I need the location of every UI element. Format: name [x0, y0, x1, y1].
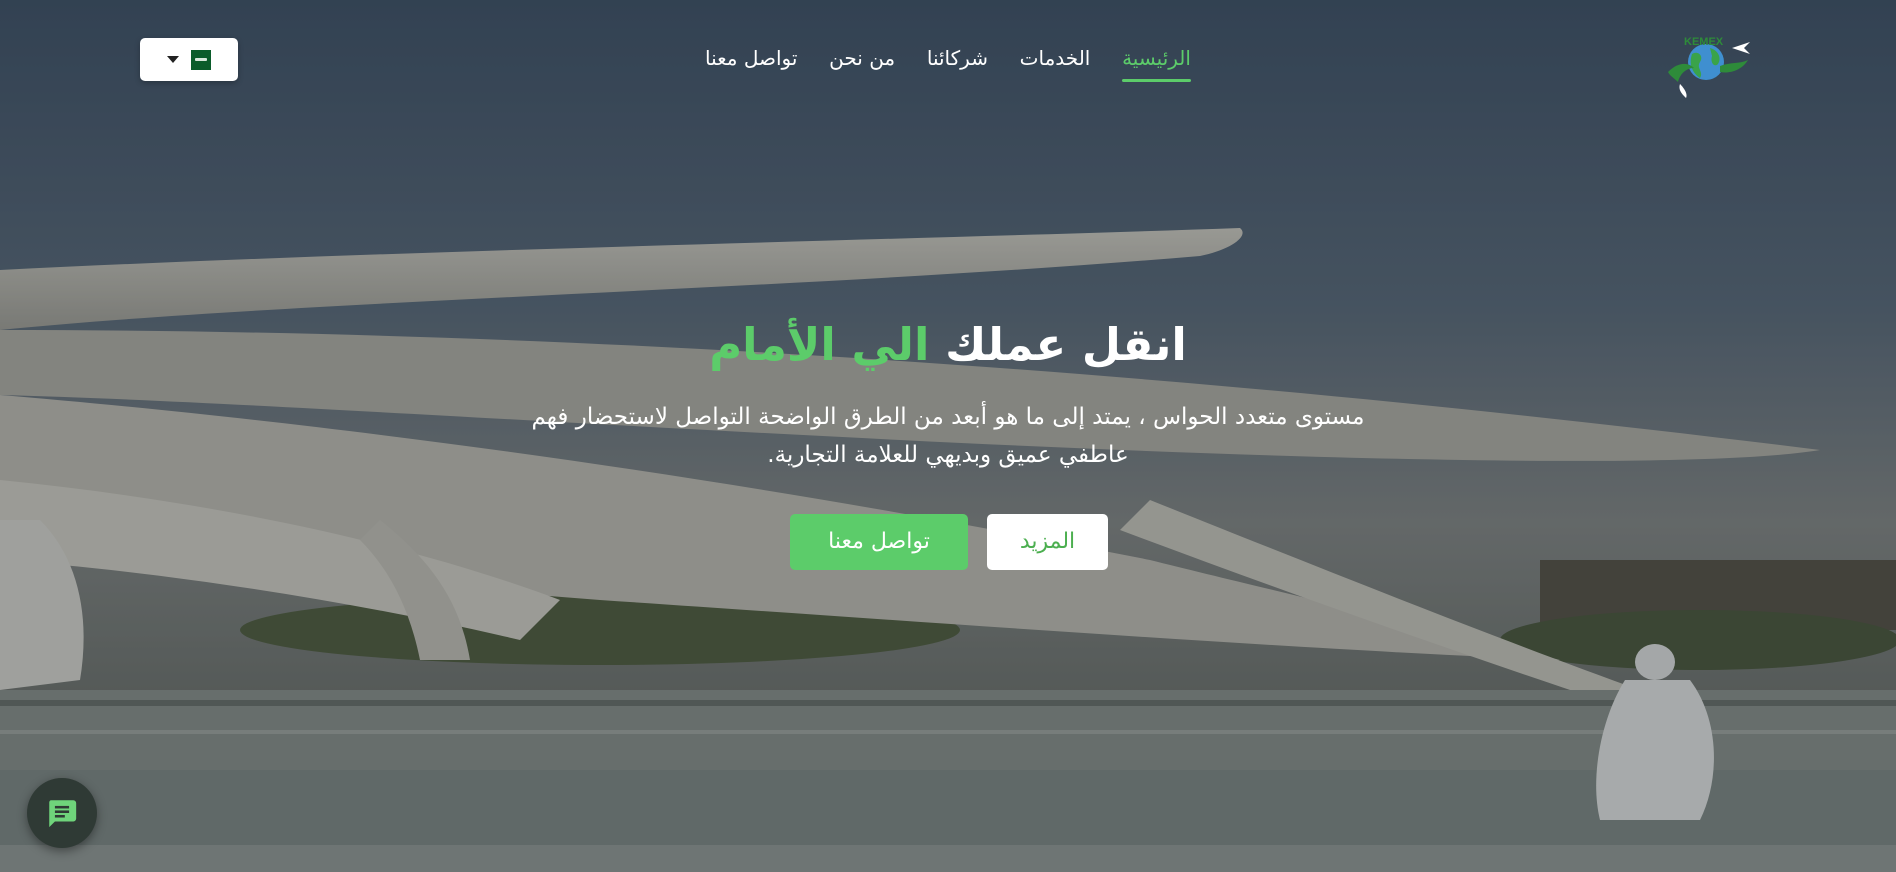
- hero-subtitle: مستوى متعدد الحواس ، يمتد إلى ما هو أبعد…: [531, 404, 1365, 468]
- more-button[interactable]: المزيد: [987, 514, 1108, 570]
- nav-item-partners[interactable]: شركائنا: [927, 44, 988, 82]
- chat-button[interactable]: [27, 778, 97, 848]
- caret-down-icon: [167, 56, 179, 63]
- contact-us-button[interactable]: تواصل معنا: [790, 514, 968, 570]
- nav-item-contact[interactable]: تواصل معنا: [705, 44, 797, 82]
- hero-title-accent: الي الأمام: [709, 318, 930, 371]
- nav-item-about[interactable]: من نحن: [829, 44, 895, 82]
- main-navigation: الرئيسية الخدمات شركائنا من نحن تواصل مع…: [705, 44, 1191, 84]
- nav-item-services[interactable]: الخدمات: [1020, 44, 1091, 82]
- site-logo[interactable]: KEMEX: [1664, 32, 1754, 100]
- saudi-arabia-flag-icon: [191, 49, 211, 70]
- logo-text: KEMEX: [1684, 36, 1724, 48]
- hero-actions: تواصل معنا المزيد: [790, 514, 1108, 572]
- hero-content: انقل عملك الي الأمام مستوى متعدد الحواس …: [448, 310, 1448, 474]
- chat-bubble-icon: [49, 800, 77, 828]
- hero-title-main: انقل عملك: [945, 318, 1187, 371]
- nav-item-home[interactable]: الرئيسية: [1122, 44, 1191, 82]
- language-selector[interactable]: [140, 38, 238, 81]
- hero-title: انقل عملك الي الأمام: [448, 310, 1448, 380]
